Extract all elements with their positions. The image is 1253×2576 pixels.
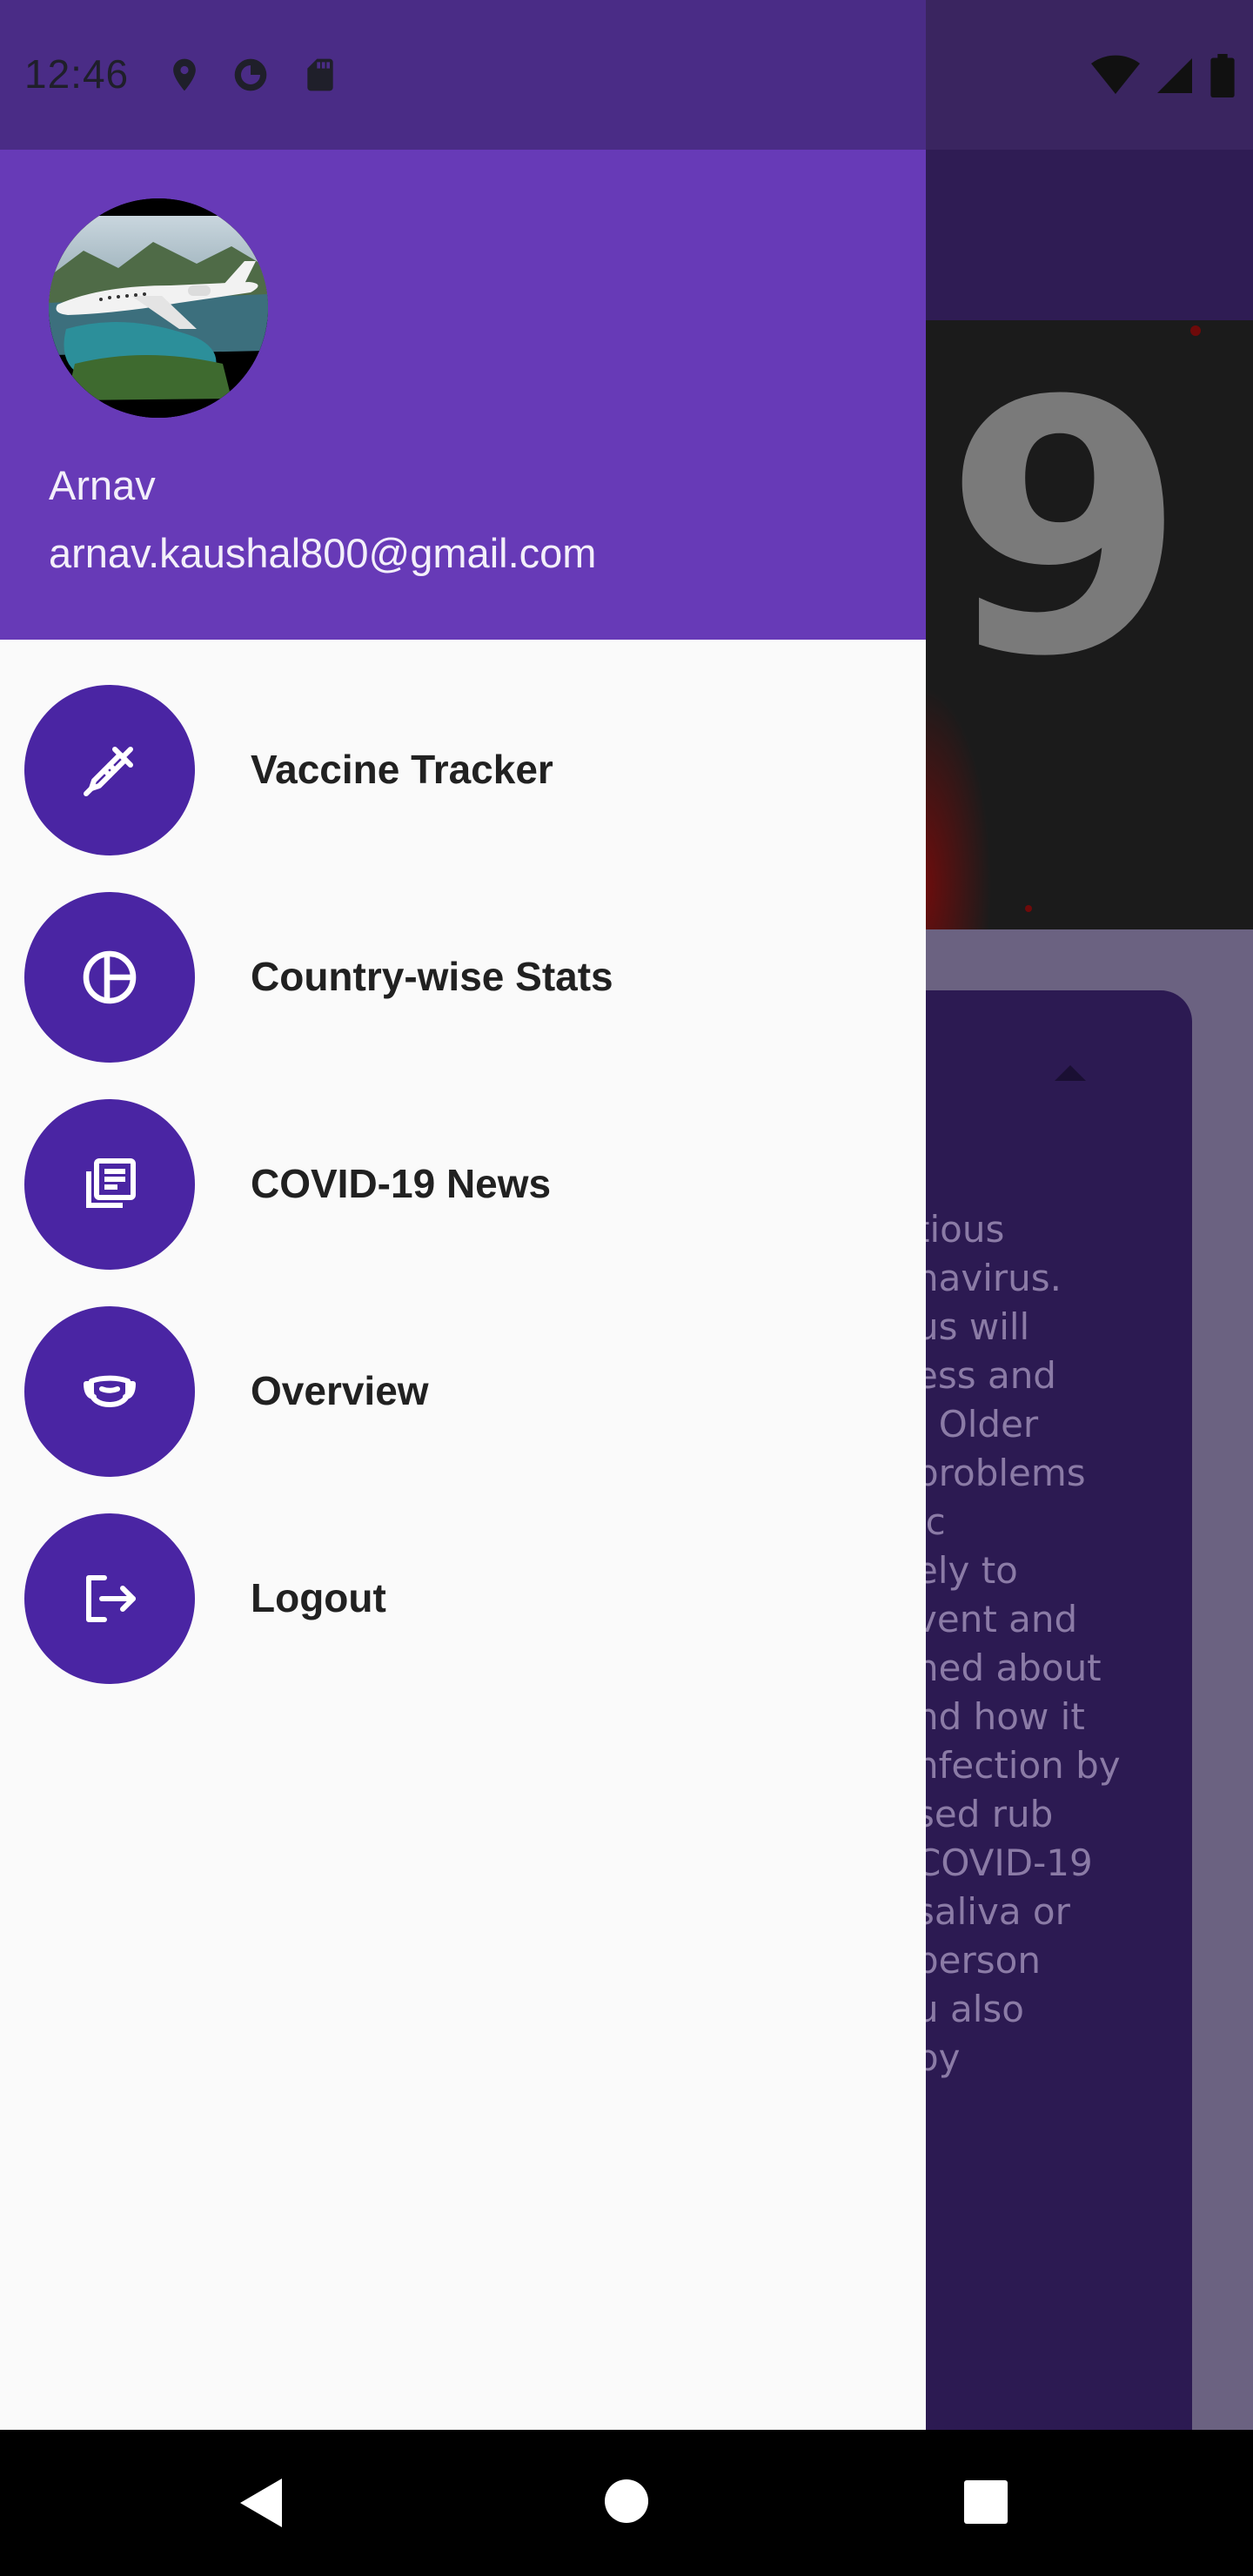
background-text-line: COVID-19 <box>915 1841 1093 1884</box>
background-text-line: nfection by <box>915 1744 1121 1787</box>
menu-item-label: COVID-19 News <box>251 1161 552 1206</box>
background-text-line: saliva or <box>915 1890 1070 1933</box>
background-text-line: . Older <box>915 1403 1039 1446</box>
mask-icon <box>84 1375 136 1407</box>
background-text-line: vent and <box>915 1598 1078 1640</box>
pie-chart-icon <box>83 950 137 1004</box>
status-time: 12:46 <box>24 51 130 97</box>
battery-icon <box>1210 54 1235 97</box>
background-text-line: ic <box>915 1500 946 1543</box>
background-text-line: sed rub <box>915 1793 1054 1835</box>
cell-signal-icon <box>1157 58 1192 93</box>
menu-item-covid-news[interactable]: COVID-19 News <box>0 1097 926 1271</box>
logout-icon <box>86 1575 136 1622</box>
menu-item-vaccine-tracker[interactable]: Vaccine Tracker <box>0 683 926 857</box>
menu-item-label: Country-wise Stats <box>251 954 613 999</box>
hero-dot <box>1190 325 1201 336</box>
background-text-line: u also <box>915 1988 1024 2030</box>
collapse-caret-icon <box>1055 1065 1086 1081</box>
background-description-text: tious navirus. us will ess and . Older proble… <box>915 1205 1194 2083</box>
menu-item-label: Overview <box>251 1368 429 1413</box>
menu-item-label: Logout <box>251 1575 386 1620</box>
hero-dot <box>1025 905 1032 912</box>
drawer-header: Arnav arnav.kaushal800@gmail.com <box>0 150 926 640</box>
menu-icon-circle <box>24 1513 195 1684</box>
menu-icon-circle <box>24 685 195 855</box>
home-icon[interactable] <box>604 2479 649 2524</box>
menu-item-overview[interactable]: Overview <box>0 1305 926 1479</box>
status-bar: 12:46 <box>0 0 1253 150</box>
background-text-line: person <box>915 1939 1041 1982</box>
system-navigation-bar <box>0 2430 1253 2576</box>
airplane-photo <box>49 198 268 418</box>
background-text-line: tious <box>915 1208 1005 1251</box>
background-text-line: by <box>915 2036 961 2079</box>
sd-card-icon <box>307 58 333 91</box>
wifi-icon <box>1091 55 1140 94</box>
news-icon <box>86 1158 136 1208</box>
status-bar-drawer-area <box>0 0 926 150</box>
background-text-line: ess and <box>915 1354 1056 1397</box>
syringe-icon <box>84 747 133 796</box>
data-saver-icon <box>234 58 267 91</box>
background-text-line: ely to <box>915 1549 1018 1592</box>
recents-icon[interactable] <box>964 2480 1008 2524</box>
menu-item-label: Vaccine Tracker <box>251 747 553 792</box>
background-text-line: us will <box>915 1305 1030 1348</box>
back-icon[interactable] <box>237 2477 285 2529</box>
background-text-line: problems <box>915 1452 1086 1494</box>
avatar[interactable] <box>49 198 268 418</box>
menu-icon-circle <box>24 1099 195 1270</box>
user-email: arnav.kaushal800@gmail.com <box>49 530 597 576</box>
menu-item-country-wise-stats[interactable]: Country-wise Stats <box>0 890 926 1064</box>
user-name: Arnav <box>49 462 156 508</box>
background-text-line: ned about <box>915 1647 1102 1689</box>
menu-icon-circle <box>24 1306 195 1477</box>
background-text-line: nd how it <box>915 1695 1085 1738</box>
location-icon <box>173 58 196 91</box>
menu-icon-circle <box>24 892 195 1063</box>
menu-item-logout[interactable]: Logout <box>0 1512 926 1686</box>
status-right-icons <box>1091 54 1236 97</box>
background-text-line: navirus. <box>915 1257 1062 1299</box>
navigation-drawer: Arnav arnav.kaushal800@gmail.com Vaccine… <box>0 150 926 2430</box>
hero-text: 9 <box>944 328 1187 733</box>
